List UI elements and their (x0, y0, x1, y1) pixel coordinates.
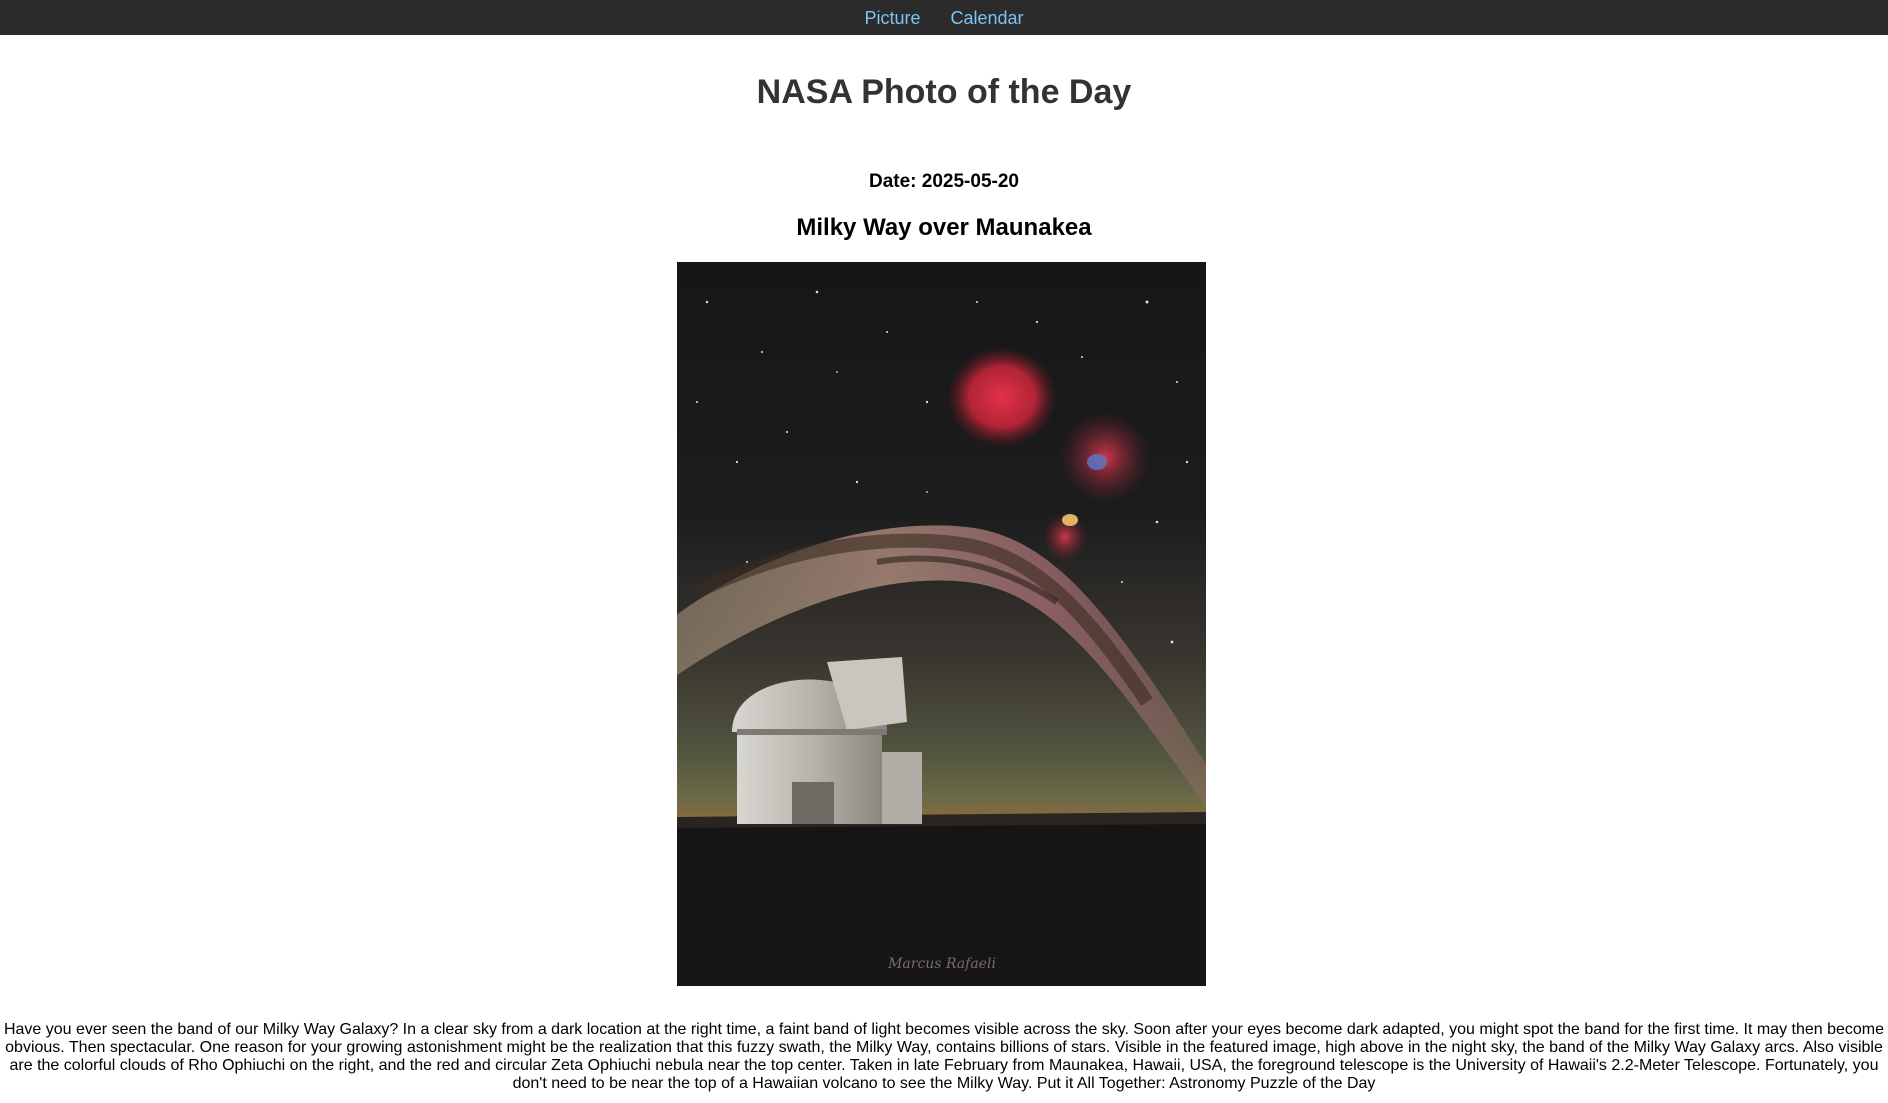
photo-date: Date: 2025-05-20 (869, 171, 1019, 192)
milky-way-photo: Marcus Rafaeli (677, 262, 1206, 986)
photo-title: Milky Way over Maunakea (796, 214, 1092, 241)
nav-link-calendar[interactable]: Calendar (950, 9, 1023, 27)
photo-explanation: Have you ever seen the band of our Milky… (3, 1021, 1885, 1092)
apod-image: Marcus Rafaeli (677, 262, 1206, 986)
photographer-signature: Marcus Rafaeli (887, 956, 996, 972)
top-navigation: Picture Calendar (0, 0, 1888, 35)
page-title: NASA Photo of the Day (756, 73, 1132, 111)
nav-link-picture[interactable]: Picture (864, 9, 920, 27)
